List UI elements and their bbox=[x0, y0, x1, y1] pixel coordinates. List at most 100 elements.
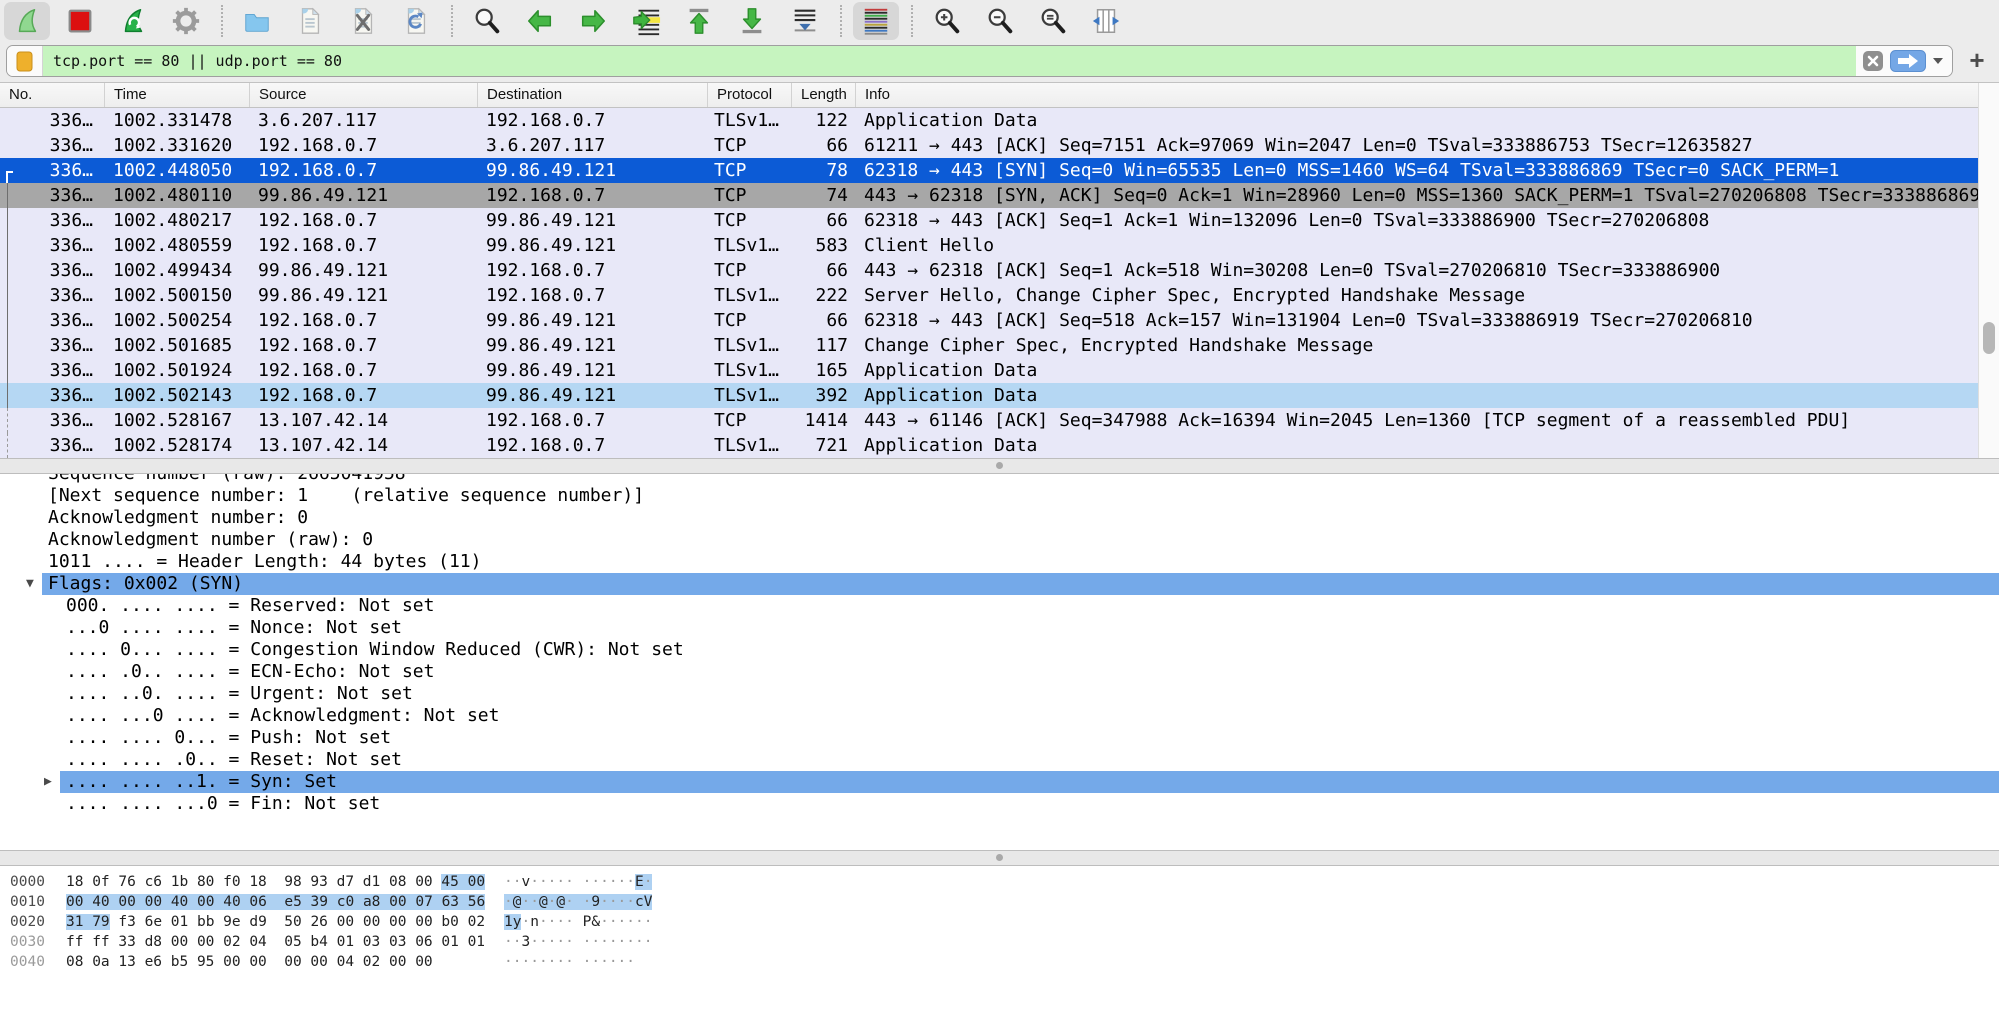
details-line[interactable]: .... .... ...0 = Fin: Not set bbox=[0, 793, 1999, 815]
column-header-no[interactable]: No. bbox=[0, 83, 105, 107]
resize-columns-button[interactable] bbox=[1083, 2, 1129, 40]
column-header-source[interactable]: Source bbox=[250, 83, 478, 107]
packet-row[interactable]: 336…1002.501924192.168.0.799.86.49.121TL… bbox=[0, 358, 1999, 383]
arrow-left-icon bbox=[525, 6, 555, 36]
details-line[interactable]: .... .... 0... = Push: Not set bbox=[0, 727, 1999, 749]
cell-length: 165 bbox=[792, 358, 856, 383]
packet-row[interactable]: 336…1002.448050192.168.0.799.86.49.121TC… bbox=[0, 158, 1999, 183]
details-line-text: Flags: 0x002 (SYN) bbox=[48, 573, 243, 594]
details-line[interactable]: .... ...0 .... = Acknowledgment: Not set bbox=[0, 705, 1999, 727]
toolbar-separator bbox=[911, 5, 913, 37]
details-line[interactable]: Sequence number (raw): 2665041958 bbox=[0, 474, 1999, 485]
add-filter-button[interactable]: + bbox=[1962, 46, 1992, 76]
zoom-in-button[interactable] bbox=[924, 2, 970, 40]
details-line[interactable]: .... .0.. .... = ECN-Echo: Not set bbox=[0, 661, 1999, 683]
apply-filter-icon[interactable] bbox=[1890, 50, 1926, 72]
reload-capture-file-button[interactable] bbox=[393, 2, 439, 40]
zoom-normal-size-button[interactable] bbox=[1030, 2, 1076, 40]
packet-row[interactable]: 336…1002.48011099.86.49.121192.168.0.7TC… bbox=[0, 183, 1999, 208]
cell-time: 1002.480110 bbox=[105, 183, 250, 208]
details-line[interactable]: 1011 .... = Header Length: 44 bytes (11) bbox=[0, 551, 1999, 573]
packet-row[interactable]: 336…1002.49943499.86.49.121192.168.0.7TC… bbox=[0, 258, 1999, 283]
auto-scroll-button[interactable] bbox=[782, 2, 828, 40]
cell-protocol: TCP bbox=[708, 133, 792, 158]
colorize-packets-button[interactable] bbox=[853, 2, 899, 40]
packet-row[interactable]: 336…1002.52816713.107.42.14192.168.0.7TC… bbox=[0, 408, 1999, 433]
column-header-destination[interactable]: Destination bbox=[478, 83, 708, 107]
column-header-length[interactable]: Length bbox=[792, 83, 856, 107]
hex-row[interactable]: 004008 0a 13 e6 b5 95 00 00 00 00 04 02 … bbox=[0, 952, 1999, 972]
cell-destination: 192.168.0.7 bbox=[478, 183, 708, 208]
list-details-splitter[interactable] bbox=[0, 458, 1999, 474]
hex-ascii[interactable]: ··3····· ········ bbox=[504, 932, 652, 952]
packet-row[interactable]: 336…1002.480217192.168.0.799.86.49.121TC… bbox=[0, 208, 1999, 233]
display-filter-input[interactable] bbox=[43, 46, 1856, 76]
zoom-out-button[interactable] bbox=[977, 2, 1023, 40]
packet-row[interactable]: 336…1002.502143192.168.0.799.86.49.121TL… bbox=[0, 383, 1999, 408]
cell-source: 13.107.42.14 bbox=[250, 433, 478, 458]
hex-row[interactable]: 001000 40 00 00 40 00 40 06 e5 39 c0 a8 … bbox=[0, 892, 1999, 912]
cell-no: 336… bbox=[0, 133, 105, 158]
hex-ascii[interactable]: ········ ······ bbox=[504, 952, 635, 972]
details-line-text: .... ...0 .... = Acknowledgment: Not set bbox=[66, 705, 499, 726]
expand-triangle-icon[interactable]: ▶ bbox=[44, 771, 52, 793]
restart-capture-button[interactable] bbox=[110, 2, 156, 40]
go-forward-button[interactable] bbox=[570, 2, 616, 40]
details-line[interactable]: .... ..0. .... = Urgent: Not set bbox=[0, 683, 1999, 705]
details-line[interactable]: .... 0... .... = Congestion Window Reduc… bbox=[0, 639, 1999, 661]
hex-bytes[interactable]: 31 79 f3 6e 01 bb 9e d9 50 26 00 00 00 0… bbox=[66, 912, 485, 932]
start-capture-button[interactable] bbox=[4, 2, 50, 40]
hex-row[interactable]: 0030ff ff 33 d8 00 00 02 04 05 b4 01 03 … bbox=[0, 932, 1999, 952]
go-to-last-packet-button[interactable] bbox=[729, 2, 775, 40]
stop-capture-button[interactable] bbox=[57, 2, 103, 40]
details-line[interactable]: ▶.... .... ..1. = Syn: Set bbox=[0, 771, 1999, 793]
open-capture-file-button[interactable] bbox=[234, 2, 280, 40]
details-line[interactable]: Acknowledgment number: 0 bbox=[0, 507, 1999, 529]
packet-row[interactable]: 336…1002.52817413.107.42.14192.168.0.7TL… bbox=[0, 433, 1999, 458]
details-line-text: .... 0... .... = Congestion Window Reduc… bbox=[66, 639, 684, 660]
details-line[interactable]: 000. .... .... = Reserved: Not set bbox=[0, 595, 1999, 617]
save-capture-file-button[interactable] bbox=[287, 2, 333, 40]
hex-ascii[interactable]: ··v····· ······E· bbox=[504, 872, 652, 892]
packet-row[interactable]: 336…1002.3314783.6.207.117192.168.0.7TLS… bbox=[0, 108, 1999, 133]
details-hex-splitter[interactable] bbox=[0, 850, 1999, 866]
packet-list-scrollbar[interactable] bbox=[1978, 83, 1999, 458]
cell-destination: 99.86.49.121 bbox=[478, 233, 708, 258]
hex-bytes[interactable]: 08 0a 13 e6 b5 95 00 00 00 00 04 02 00 0… bbox=[66, 952, 433, 972]
collapse-triangle-icon[interactable]: ▼ bbox=[26, 573, 34, 595]
find-packet-button[interactable] bbox=[464, 2, 510, 40]
details-line[interactable]: .... .... .0.. = Reset: Not set bbox=[0, 749, 1999, 771]
scrollbar-thumb[interactable] bbox=[1983, 322, 1995, 354]
details-line[interactable]: ...0 .... .... = Nonce: Not set bbox=[0, 617, 1999, 639]
hex-bytes[interactable]: ff ff 33 d8 00 00 02 04 05 b4 01 03 03 0… bbox=[66, 932, 485, 952]
clear-filter-icon[interactable] bbox=[1862, 50, 1884, 72]
packet-row[interactable]: 336…1002.501685192.168.0.799.86.49.121TL… bbox=[0, 333, 1999, 358]
hex-row[interactable]: 000018 0f 76 c6 1b 80 f0 18 98 93 d7 d1 … bbox=[0, 872, 1999, 892]
go-back-button[interactable] bbox=[517, 2, 563, 40]
packet-row[interactable]: 336…1002.480559192.168.0.799.86.49.121TL… bbox=[0, 233, 1999, 258]
details-line[interactable]: ▼ Flags: 0x002 (SYN) bbox=[0, 573, 1999, 595]
column-header-time[interactable]: Time bbox=[105, 83, 250, 107]
packet-row[interactable]: 336…1002.500254192.168.0.799.86.49.121TC… bbox=[0, 308, 1999, 333]
go-to-first-packet-button[interactable] bbox=[676, 2, 722, 40]
packet-row[interactable]: 336…1002.331620192.168.0.73.6.207.117TCP… bbox=[0, 133, 1999, 158]
hex-ascii[interactable]: 1y·n···· P&······ bbox=[504, 912, 652, 932]
hex-ascii[interactable]: ·@··@·@· ·9····cV bbox=[504, 892, 652, 912]
hex-bytes[interactable]: 18 0f 76 c6 1b 80 f0 18 98 93 d7 d1 08 0… bbox=[66, 872, 485, 892]
hex-row[interactable]: 002031 79 f3 6e 01 bb 9e d9 50 26 00 00 … bbox=[0, 912, 1999, 932]
zoom-out-icon bbox=[985, 6, 1015, 36]
packet-row[interactable]: 336…1002.50015099.86.49.121192.168.0.7TL… bbox=[0, 283, 1999, 308]
cell-no: 336… bbox=[0, 208, 105, 233]
column-header-info[interactable]: Info bbox=[856, 83, 1999, 107]
go-to-bottom-icon bbox=[737, 6, 767, 36]
hex-bytes[interactable]: 00 40 00 00 40 00 40 06 e5 39 c0 a8 00 0… bbox=[66, 892, 485, 912]
capture-options-button[interactable] bbox=[163, 2, 209, 40]
chevron-down-icon[interactable] bbox=[1932, 57, 1944, 65]
details-line[interactable]: Acknowledgment number (raw): 0 bbox=[0, 529, 1999, 551]
details-line[interactable]: [Next sequence number: 1 (relative seque… bbox=[0, 485, 1999, 507]
go-to-packet-button[interactable] bbox=[623, 2, 669, 40]
close-capture-file-button[interactable] bbox=[340, 2, 386, 40]
filter-bookmark-button[interactable] bbox=[7, 46, 43, 76]
column-header-protocol[interactable]: Protocol bbox=[708, 83, 792, 107]
cell-source: 192.168.0.7 bbox=[250, 133, 478, 158]
